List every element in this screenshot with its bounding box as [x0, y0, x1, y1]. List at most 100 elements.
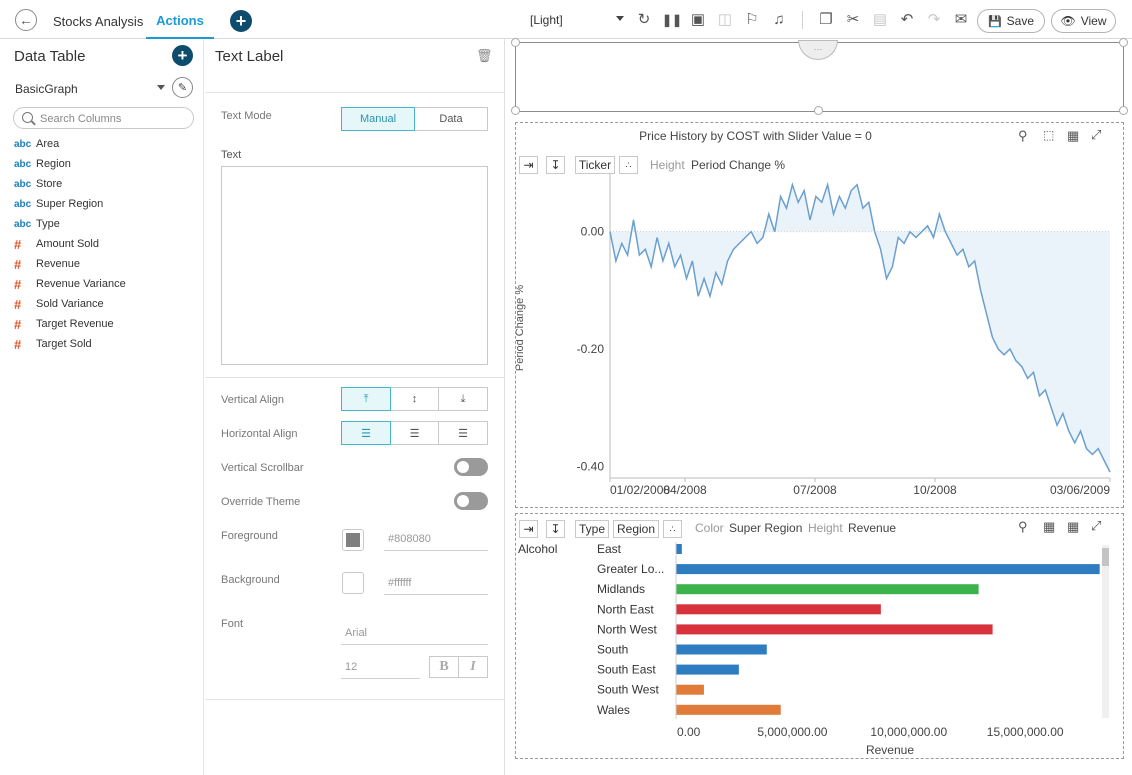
search-columns-input[interactable]	[40, 111, 190, 126]
edit-pencil-icon[interactable]: ✎	[172, 77, 193, 98]
x-tick-label: 10,000,000.00	[870, 725, 947, 739]
scrollbar-thumb[interactable]	[1102, 548, 1109, 566]
bar-category-label: Wales	[597, 703, 630, 717]
column-item[interactable]: abc Type	[14, 214, 60, 234]
comment-icon[interactable]: ✉	[952, 11, 970, 29]
refresh-icon[interactable]: ↻	[635, 11, 653, 29]
theme-select[interactable]: [Light]	[530, 13, 563, 27]
divider	[205, 377, 505, 378]
column-item[interactable]: # Amount Sold	[14, 234, 99, 254]
pdf-icon: ◫	[717, 11, 733, 28]
text-type-icon: abc	[14, 198, 32, 210]
resize-handle[interactable]	[1119, 106, 1128, 115]
text-type-icon: abc	[14, 218, 32, 230]
revenue-bar	[676, 684, 704, 695]
align-right-icon[interactable]: ☰	[439, 421, 488, 445]
resize-handle[interactable]	[814, 106, 823, 115]
cut-icon[interactable]: ✂	[844, 11, 862, 29]
align-center-icon[interactable]: ☰	[391, 421, 439, 445]
back-arrow-icon[interactable]: ←	[15, 9, 37, 31]
bar-category-label: South West	[597, 683, 659, 697]
search-icon	[22, 112, 33, 123]
y-tick-label: -0.40	[577, 459, 605, 473]
foreground-swatch[interactable]	[342, 529, 364, 551]
column-item[interactable]: abc Region	[14, 154, 71, 174]
text-label-panel[interactable]: ⋯	[511, 38, 1128, 115]
column-name: Store	[36, 178, 63, 190]
numeric-type-icon: #	[14, 236, 22, 252]
theme-dropdown-caret-icon[interactable]	[616, 16, 624, 21]
column-item[interactable]: # Sold Variance	[14, 294, 104, 314]
column-item[interactable]: abc Super Region	[14, 194, 103, 214]
resize-handle[interactable]	[511, 38, 520, 47]
camera-icon[interactable]: ▣	[689, 11, 707, 29]
bar-category-label: South	[597, 643, 628, 657]
bar-category-label: Greater Lo...	[597, 562, 664, 576]
align-top-icon[interactable]: ⤒	[341, 387, 391, 411]
text-textarea[interactable]	[221, 166, 488, 365]
pause-icon[interactable]: ❚❚	[662, 11, 682, 29]
bell-icon[interactable]: ♫	[770, 11, 788, 29]
trash-icon[interactable]: 🗑	[476, 48, 493, 63]
text-field-label: Text	[221, 149, 242, 161]
column-item[interactable]: # Revenue	[14, 254, 80, 274]
tab-actions[interactable]: Actions	[146, 0, 214, 39]
bar-category-label: South East	[597, 663, 656, 677]
view-button[interactable]: 👁 View	[1051, 9, 1116, 33]
text-label-title: Text Label	[215, 48, 284, 65]
y-tick-label: -0.20	[577, 342, 605, 356]
align-left-icon[interactable]: ☰	[341, 421, 391, 445]
resize-handle[interactable]	[1119, 38, 1128, 47]
revenue-bar	[676, 584, 979, 595]
column-item[interactable]: # Target Revenue	[14, 314, 114, 334]
undo-icon[interactable]: ↶	[898, 11, 916, 29]
save-button[interactable]: 💾 Save	[977, 9, 1045, 33]
font-family-input[interactable]: Arial	[341, 627, 488, 645]
column-name: Revenue	[36, 258, 81, 270]
bold-button[interactable]: B	[429, 656, 459, 678]
group-label: Alcohol	[518, 542, 557, 556]
column-item[interactable]: abc Area	[14, 134, 59, 154]
drag-handle-icon[interactable]: ⋯	[798, 40, 838, 60]
view-label: View	[1080, 14, 1107, 28]
column-item[interactable]: # Revenue Variance	[14, 274, 126, 294]
datasource-select[interactable]: BasicGraph	[15, 82, 78, 96]
background-swatch[interactable]	[342, 572, 364, 594]
override-theme-toggle[interactable]	[454, 492, 488, 510]
font-size-input[interactable]: 12	[341, 661, 420, 679]
column-item[interactable]: # Target Sold	[14, 334, 92, 354]
period-change-area	[610, 184, 1110, 473]
resize-handle[interactable]	[511, 106, 520, 115]
column-name: Revenue Variance	[36, 278, 126, 290]
bar-category-label: Midlands	[597, 582, 645, 596]
mode-manual-button[interactable]: Manual	[341, 107, 415, 131]
column-name: Target Revenue	[36, 318, 114, 330]
background-hex-input[interactable]: #ffffff	[384, 577, 488, 595]
data-table-panel: Data Table + BasicGraph ✎ abcAreaabcRegi…	[0, 39, 204, 775]
vertical-scrollbar[interactable]	[1102, 545, 1109, 718]
italic-button[interactable]: I	[459, 656, 488, 678]
add-tab-plus-icon[interactable]: +	[230, 10, 252, 32]
numeric-type-icon: #	[14, 296, 22, 312]
bar-chart: Alcohol East Greater Lo... Midlands North Ea…	[518, 542, 1100, 757]
text-label-settings-panel: Text Label 🗑 Text Mode Manual Data Text …	[205, 39, 505, 775]
copy-icon[interactable]: ❐	[817, 11, 835, 29]
text-type-icon: abc	[14, 178, 32, 190]
revenue-bar	[676, 624, 993, 635]
align-middle-icon[interactable]: ↕	[391, 387, 439, 411]
column-name: Target Sold	[36, 338, 92, 350]
column-item[interactable]: abc Store	[14, 174, 62, 194]
foreground-hex-input[interactable]: #808080	[384, 533, 488, 551]
mode-data-button[interactable]: Data	[415, 107, 488, 131]
divider	[205, 92, 505, 93]
align-bottom-icon[interactable]: ⤓	[439, 387, 488, 411]
bookmark-icon[interactable]: ⚐	[743, 11, 761, 29]
tab-stocks-analysis[interactable]: Stocks Analysis	[53, 14, 143, 29]
add-column-plus-icon[interactable]: +	[172, 45, 193, 66]
datasource-caret-icon[interactable]	[157, 85, 165, 90]
text-mode-toggle: Manual Data	[341, 107, 488, 131]
x-tick-label: 15,000,000.00	[987, 725, 1064, 739]
save-label: Save	[1006, 14, 1035, 28]
vertical-scrollbar-toggle[interactable]	[454, 458, 488, 476]
top-toolbar: ← Stocks Analysis Actions + [Light] ↻ ❚❚…	[0, 0, 1132, 39]
